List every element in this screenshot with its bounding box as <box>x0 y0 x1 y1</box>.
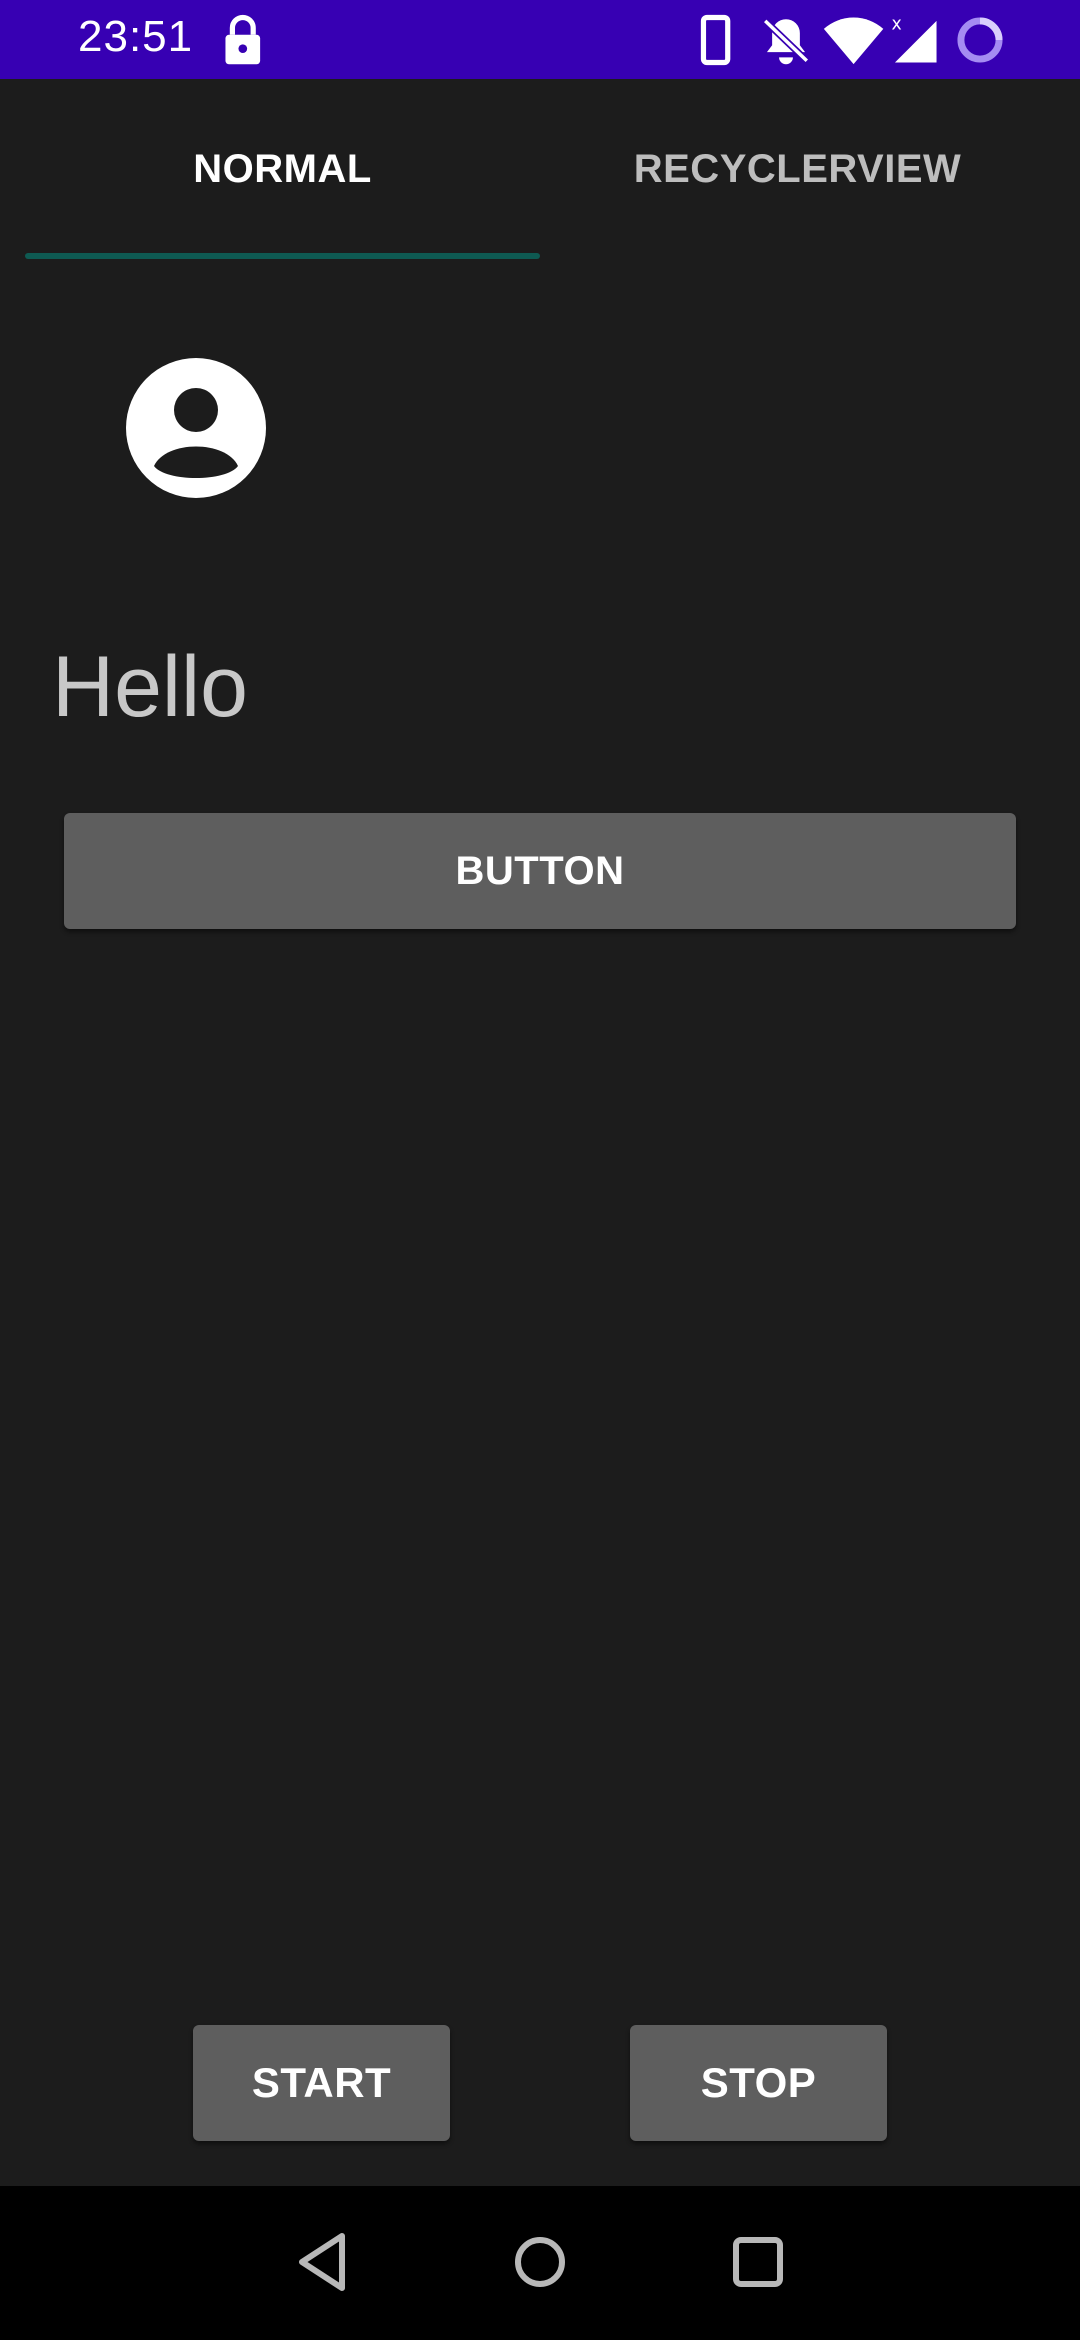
back-icon[interactable] <box>288 2226 360 2298</box>
loading-icon <box>954 14 1006 66</box>
recents-icon[interactable] <box>722 2226 794 2298</box>
app-screen: 23:51 x NORMAL RECYCLERVIEW Hello BUTTON… <box>0 0 1080 2340</box>
tab-normal[interactable]: NORMAL <box>25 79 540 259</box>
start-button[interactable]: START <box>193 2025 450 2141</box>
home-icon[interactable] <box>504 2226 576 2298</box>
account-circle-icon <box>126 358 266 498</box>
tab-bar: NORMAL RECYCLERVIEW <box>0 79 1080 259</box>
signal-icon: x <box>888 14 938 66</box>
svg-text:x: x <box>891 15 901 35</box>
stop-button[interactable]: STOP <box>630 2025 887 2141</box>
hello-text: Hello <box>52 639 248 735</box>
navigation-bar <box>0 2186 1080 2340</box>
tab-recyclerview[interactable]: RECYCLERVIEW <box>540 79 1055 259</box>
status-bar: 23:51 x <box>0 0 1080 79</box>
tab-indicator <box>25 253 540 259</box>
notifications-off-icon <box>760 14 810 66</box>
lock-icon <box>222 14 262 66</box>
main-button[interactable]: BUTTON <box>64 813 1016 929</box>
phone-icon <box>700 14 732 66</box>
wifi-icon <box>822 14 884 66</box>
status-time: 23:51 <box>78 12 194 61</box>
